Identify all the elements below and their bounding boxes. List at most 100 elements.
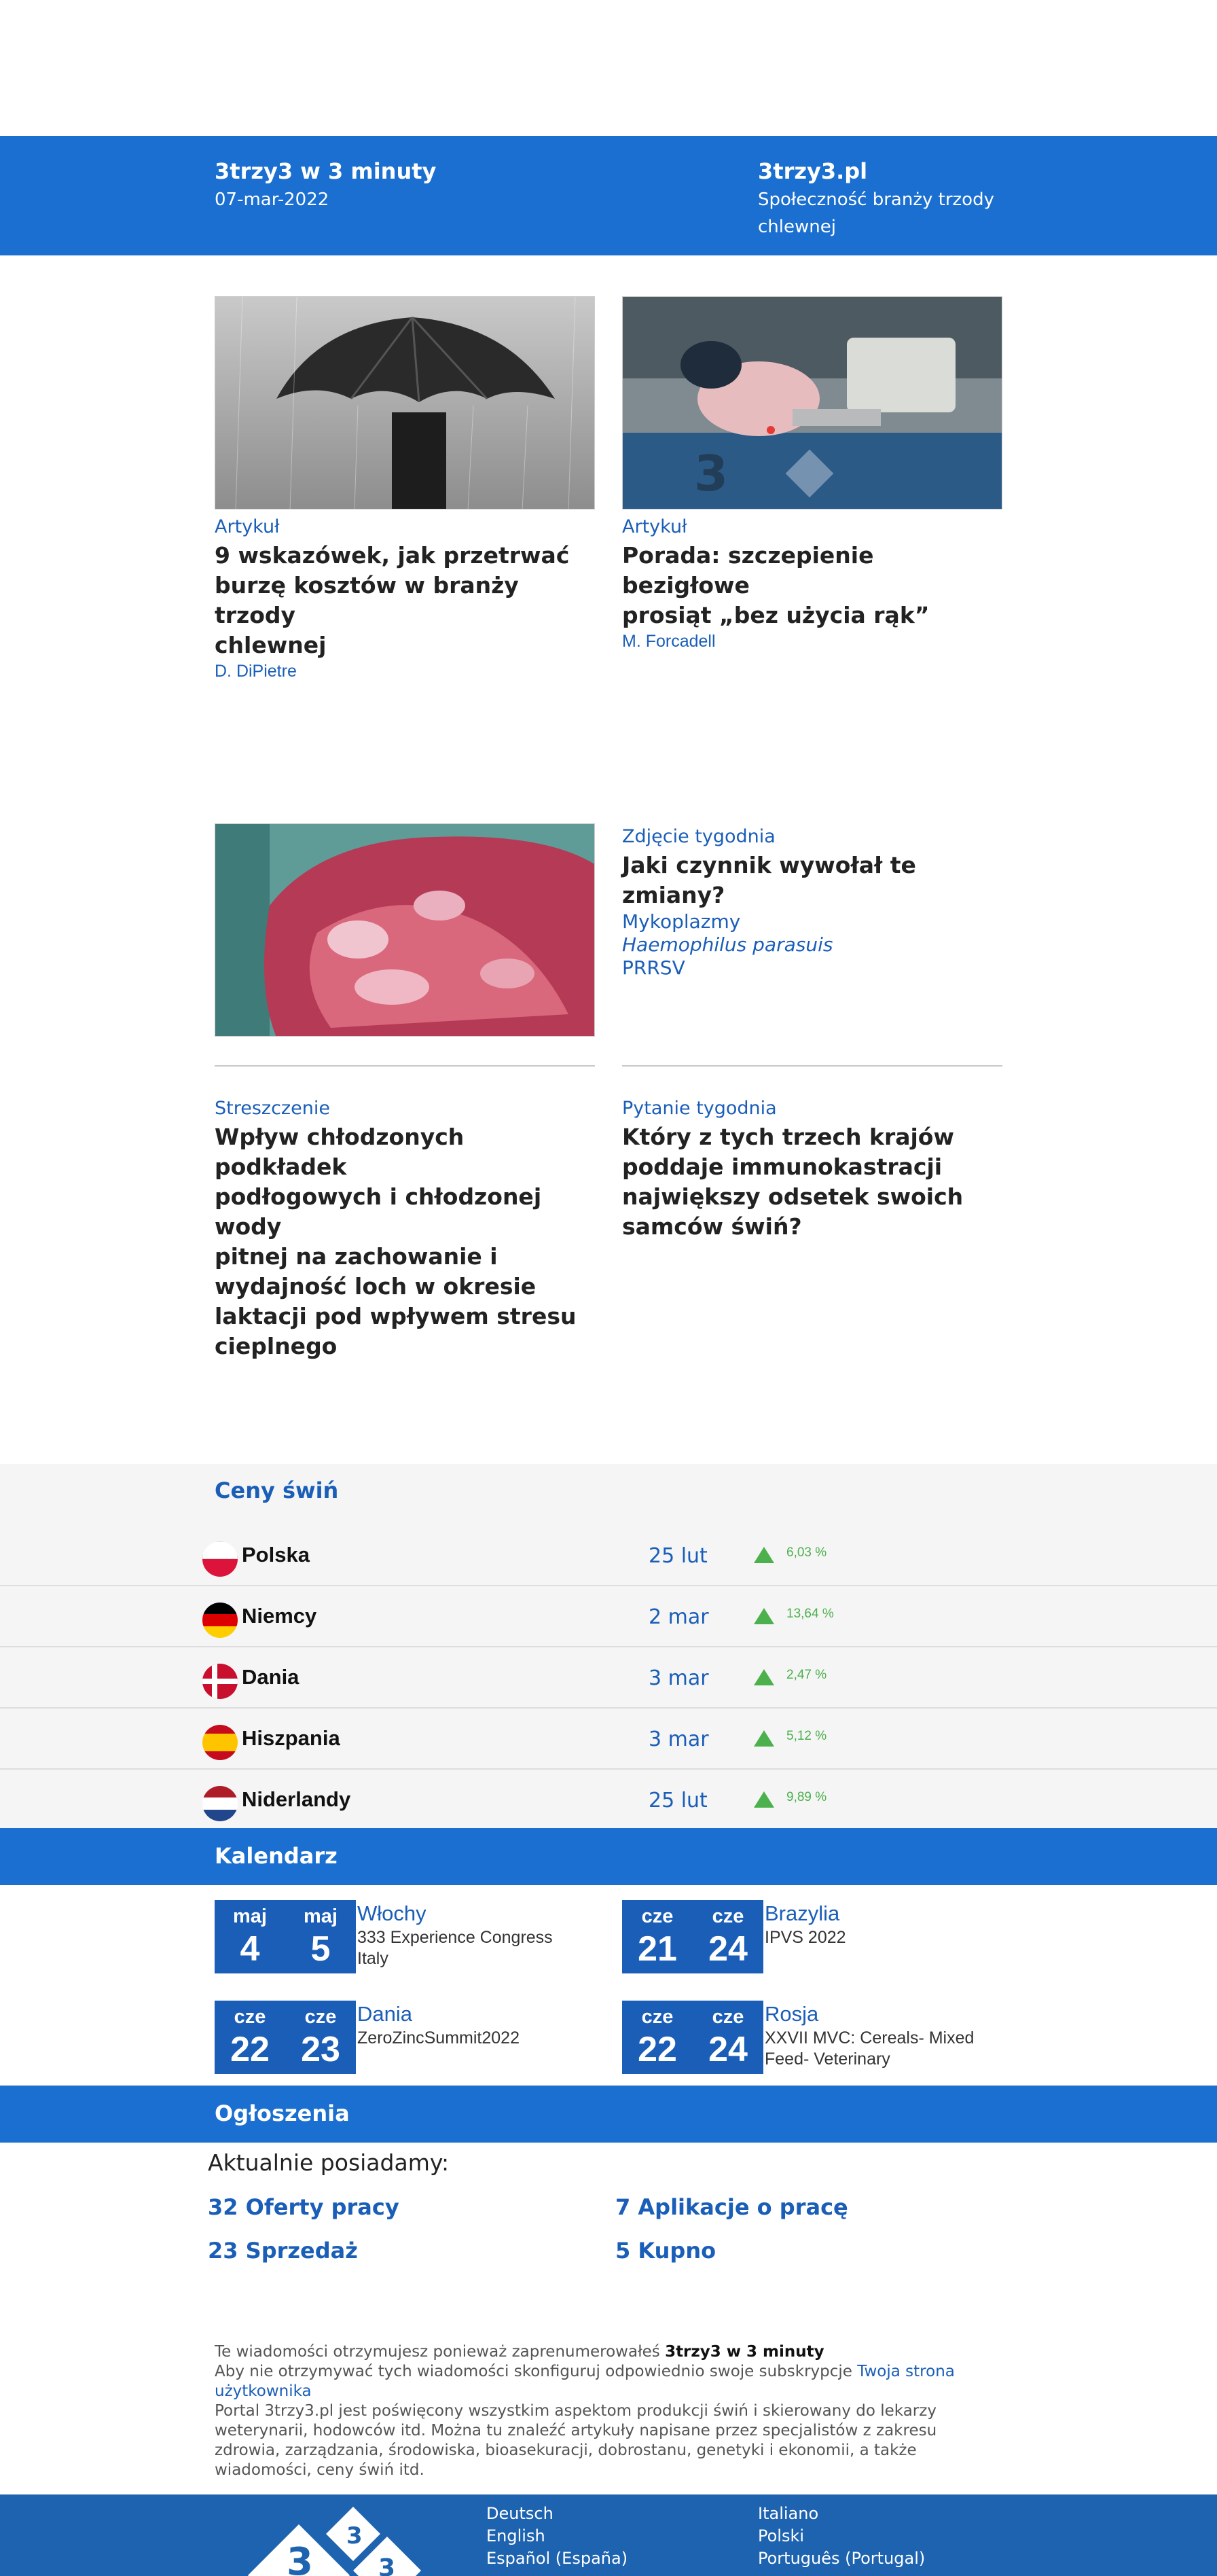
price-date: 2 mar (649, 1605, 709, 1629)
photo-week-question[interactable]: Jaki czynnik wywołał te zmiany? (622, 851, 1002, 910)
summary-headline-line[interactable]: Wpływ chłodzonych podkładek (215, 1122, 595, 1182)
event-dates: maj 4 maj 5 (215, 1900, 356, 1973)
language-list-right: Italiano Polski Português (Portugal) (758, 2503, 925, 2570)
language-link[interactable]: Español (España) (486, 2547, 628, 2570)
triangle-up-icon (754, 1669, 774, 1685)
subscription-notice-text: Te wiadomości otrzymujesz ponieważ zapre… (215, 2343, 660, 2361)
classifieds-bar: Ogłoszenia (0, 2086, 1217, 2143)
price-change: 5,12 % (786, 1729, 827, 1743)
article-image-umbrella[interactable] (215, 296, 595, 509)
classified-link[interactable]: 5 Kupno (615, 2238, 716, 2264)
article-image-piglet-vaccination[interactable]: 3 (622, 296, 1002, 509)
calendar-title[interactable]: Kalendarz (215, 1843, 338, 1869)
classifieds-title[interactable]: Ogłoszenia (215, 2100, 350, 2126)
unsubscribe-text: Aby nie otrzymywać tych wiadomości skonf… (215, 2363, 852, 2380)
price-row[interactable]: Dania 3 mar 2,47 % (0, 1647, 1217, 1709)
event-start-day: 21 (638, 1929, 677, 1969)
price-country: Hiszpania (242, 1726, 340, 1750)
event-location[interactable]: Brazylia (765, 1900, 1002, 1927)
price-row[interactable]: Niemcy 2 mar 13,64 % (0, 1586, 1217, 1647)
price-row[interactable]: Polska 25 lut 6,03 % (0, 1525, 1217, 1586)
question-week-line[interactable]: Który z tych trzech krajów (622, 1122, 1002, 1152)
event-start-month: cze (641, 2006, 674, 2028)
summary-headline-line[interactable]: cieplnego (215, 1331, 595, 1361)
question-week-label: Pytanie tygodnia (622, 1098, 777, 1119)
event-end-day: 24 (708, 1929, 748, 1969)
calendar-event[interactable]: cze 21 cze 24 Brazylia IPVS 2022 (622, 1900, 1002, 1976)
language-link[interactable]: Deutsch (486, 2503, 628, 2525)
language-link[interactable]: Português (Portugal) (758, 2547, 925, 2570)
summary-headline-line[interactable]: laktacji pod wpływem stresu (215, 1302, 595, 1331)
event-dates: cze 21 cze 24 (622, 1900, 763, 1973)
event-location[interactable]: Włochy (357, 1900, 595, 1927)
svg-text:3: 3 (378, 2554, 395, 2576)
event-name: Italy (357, 1949, 388, 1968)
article-author[interactable]: M. Forcadell (622, 630, 1002, 652)
site-tagline-line2: chlewnej (758, 217, 836, 237)
event-start-day: 22 (638, 2030, 677, 2069)
article-category: Artykuł (622, 516, 687, 537)
unsubscribe-notice: Aby nie otrzymywać tych wiadomości skonf… (215, 2362, 996, 2401)
event-location[interactable]: Rosja (765, 2001, 1002, 2028)
flag-germany-icon (202, 1603, 238, 1638)
divider (622, 1065, 1002, 1067)
summary-headline-line[interactable]: pitnej na zachowanie i (215, 1242, 595, 1272)
article-card[interactable]: Artykuł 9 wskazówek, jak przetrwać burzę… (215, 296, 595, 682)
event-start-month: cze (641, 1906, 674, 1927)
summary-headline-line[interactable]: podłogowych i chłodzonej wody (215, 1182, 595, 1242)
photo-week-label: Zdjęcie tygodnia (622, 826, 776, 847)
price-country: Polska (242, 1543, 310, 1567)
summary-headline-line[interactable]: wydajność loch w okresie (215, 1272, 595, 1302)
question-week-line[interactable]: największy odsetek swoich (622, 1182, 1002, 1212)
newsletter-date: 07-mar-2022 (215, 190, 329, 210)
article-headline-line[interactable]: Porada: szczepienie bezigłowe (622, 541, 1002, 601)
site-name[interactable]: 3trzy3.pl (758, 156, 1043, 186)
divider (215, 1065, 595, 1067)
pig-prices-title[interactable]: Ceny świń (215, 1478, 338, 1503)
article-card[interactable]: 3 Artykuł Porada: szczepienie bezigłowe … (622, 296, 1002, 652)
question-week-line[interactable]: poddaje immunokastracji (622, 1152, 1002, 1182)
333-logo[interactable]: 3 3 3 (244, 2507, 435, 2576)
flag-poland-icon (202, 1541, 238, 1577)
calendar-event[interactable]: cze 22 cze 23 Dania ZeroZincSummit2022 (215, 2001, 595, 2077)
flag-spain-icon (202, 1725, 238, 1760)
event-location[interactable]: Dania (357, 2001, 595, 2028)
article-headline-line[interactable]: chlewnej (215, 630, 595, 660)
subscription-notice: Te wiadomości otrzymujesz ponieważ zapre… (215, 2342, 996, 2362)
calendar-event[interactable]: maj 4 maj 5 Włochy 333 Experience Congress… (215, 1900, 595, 1976)
answer-option[interactable]: PRRSV (622, 956, 1002, 980)
event-name: 333 Experience Congress (357, 1928, 553, 1947)
answer-option[interactable]: Mykoplazmy (622, 910, 1002, 933)
language-link[interactable]: English (486, 2525, 628, 2547)
price-country: Niderlandy (242, 1787, 351, 1811)
language-link[interactable]: Italiano (758, 2503, 925, 2525)
price-date: 25 lut (649, 1789, 708, 1812)
event-end-month: cze (712, 1906, 744, 1927)
event-end-month: maj (304, 1906, 338, 1927)
price-row[interactable]: Niderlandy 25 lut 9,89 % (0, 1770, 1217, 1831)
classified-link[interactable]: 23 Sprzedaż (208, 2238, 358, 2264)
price-change: 2,47 % (786, 1668, 827, 1682)
photo-week-image-lung[interactable] (215, 823, 595, 1037)
article-category: Artykuł (215, 516, 280, 537)
footer-notice: Te wiadomości otrzymujesz ponieważ zapre… (215, 2342, 996, 2480)
question-week-line[interactable]: samców świń? (622, 1212, 1002, 1242)
summary-card[interactable]: Streszczenie Wpływ chłodzonych podkładek… (215, 1095, 595, 1361)
question-week-card[interactable]: Pytanie tygodnia Który z tych trzech kra… (622, 1095, 1002, 1242)
photo-week-image-card[interactable] (215, 823, 595, 1037)
language-link[interactable]: Polski (758, 2525, 925, 2547)
article-headline-line[interactable]: prosiąt „bez użycia rąk” (622, 601, 1002, 630)
article-headline-line[interactable]: burzę kosztów w branży trzody (215, 571, 595, 630)
calendar-event[interactable]: cze 22 cze 24 Rosja XXVII MVC: Cereals- Mi… (622, 2001, 1002, 2077)
classified-link[interactable]: 32 Oferty pracy (208, 2194, 399, 2220)
triangle-up-icon (754, 1791, 774, 1808)
event-end-day: 5 (310, 1929, 331, 1969)
flag-denmark-icon (202, 1664, 238, 1699)
article-headline-line[interactable]: 9 wskazówek, jak przetrwać (215, 541, 595, 571)
classified-link[interactable]: 7 Aplikacje o pracę (615, 2194, 848, 2220)
price-country: Dania (242, 1665, 299, 1689)
article-author[interactable]: D. DiPietre (215, 660, 595, 682)
price-row[interactable]: Hiszpania 3 mar 5,12 % (0, 1709, 1217, 1770)
answer-option[interactable]: Haemophilus parasuis (622, 933, 1002, 956)
event-name: XXVII MVC: Cereals- Mixed (765, 2028, 975, 2047)
